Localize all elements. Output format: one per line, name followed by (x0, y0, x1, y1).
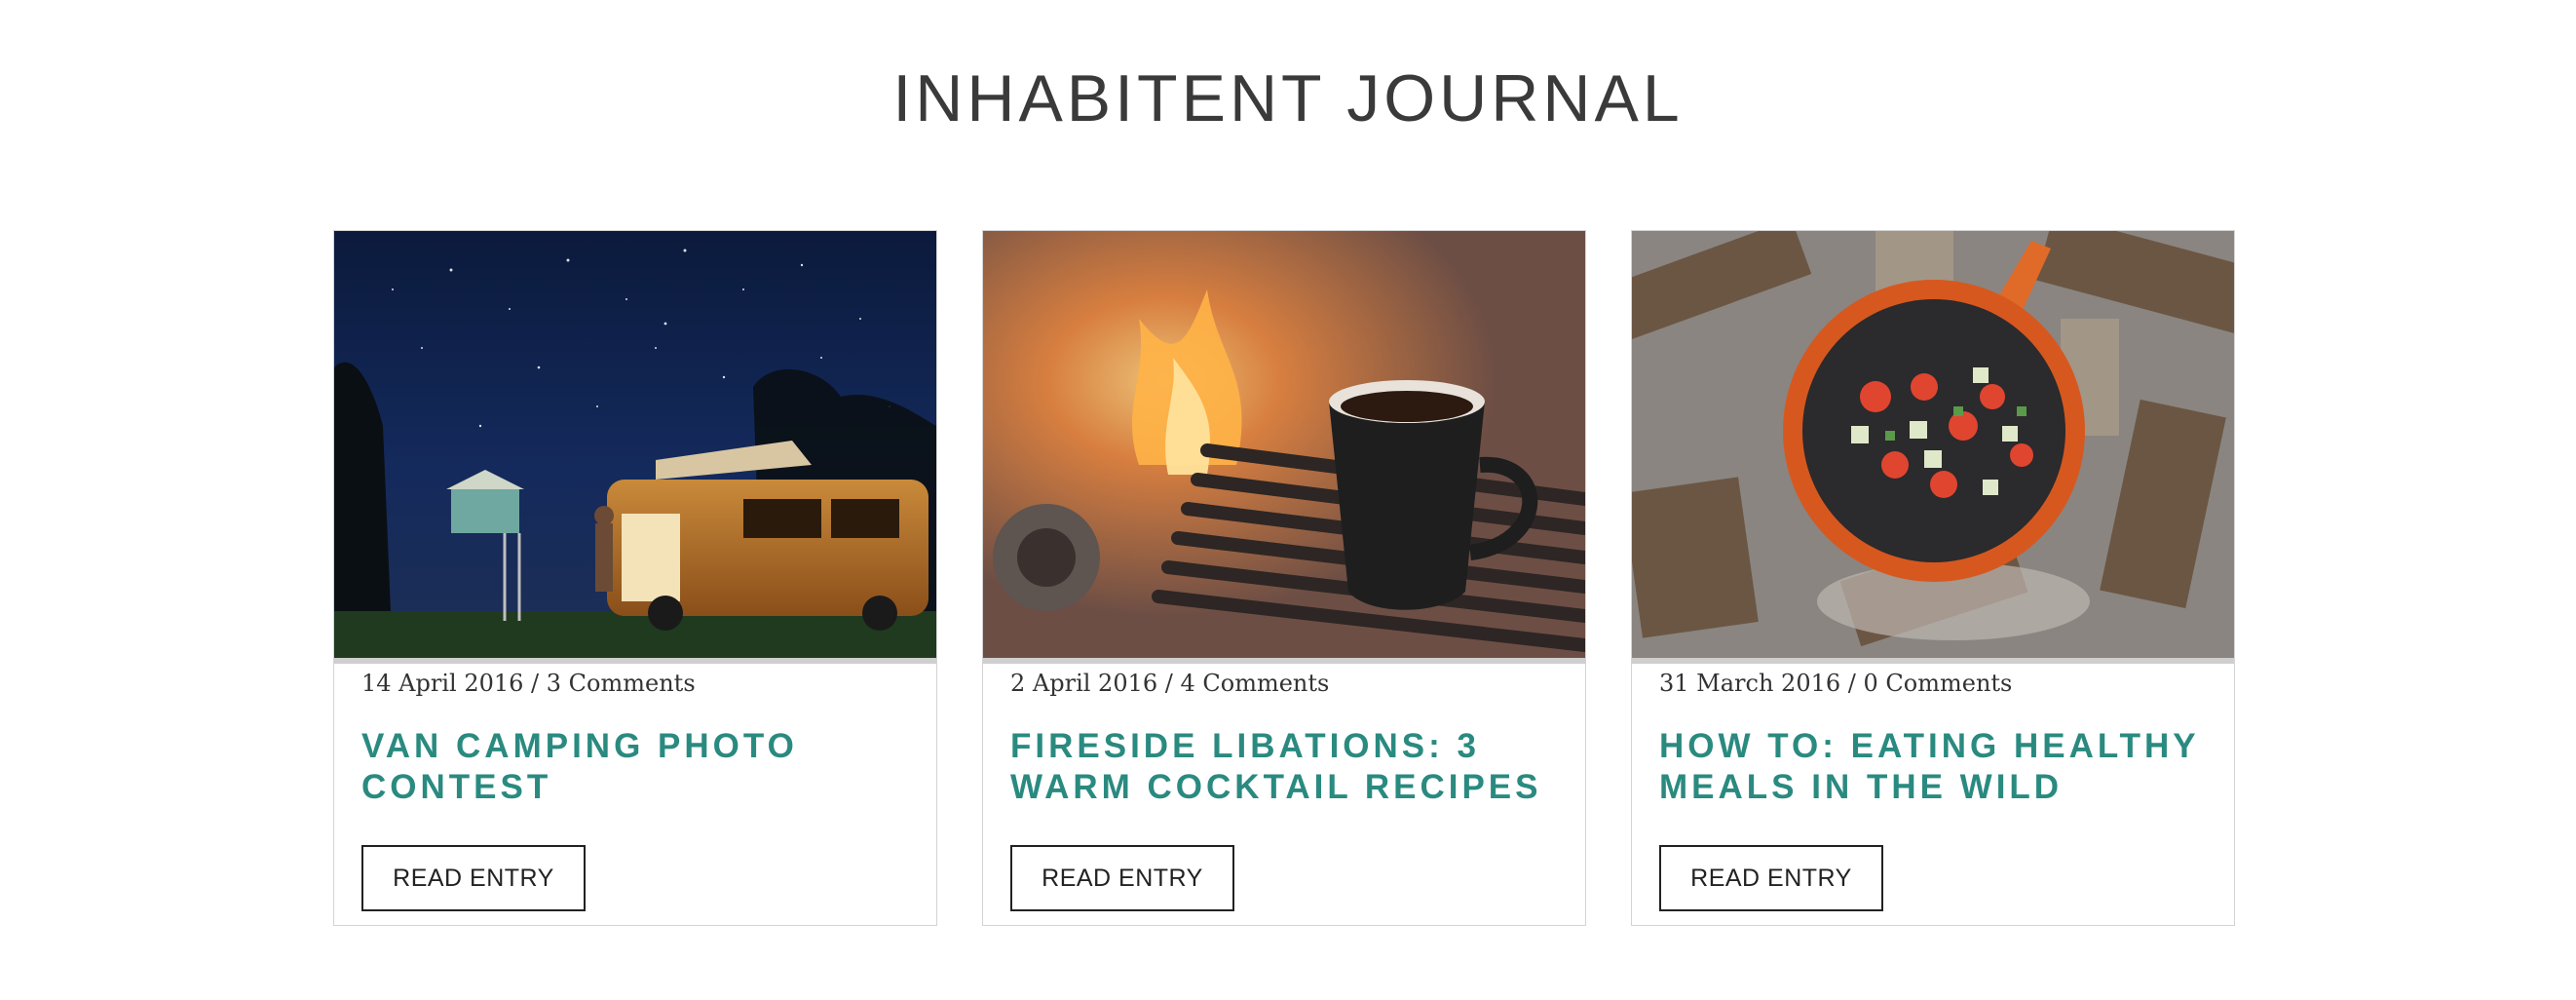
journal-card-list: 14 April 2016 / 3 Comments VAN CAMPING P… (333, 230, 2243, 928)
post-title[interactable]: VAN CAMPING PHOTO CONTEST (361, 726, 917, 808)
journal-title: INHABITENT JOURNAL (892, 61, 1684, 135)
journal-card: 14 April 2016 / 3 Comments VAN CAMPING P… (333, 230, 937, 926)
journal-page: INHABITENT JOURNAL 14 April 2016 / 3 Com… (0, 0, 2576, 1000)
post-comments-count[interactable]: 3 Comments (547, 670, 696, 697)
post-meta: 14 April 2016 / 3 Comments (361, 670, 696, 697)
fireside-coffee-image[interactable] (983, 231, 1585, 664)
meta-separator: / (531, 670, 540, 697)
post-comments-count[interactable]: 4 Comments (1181, 670, 1330, 697)
post-comments-count[interactable]: 0 Comments (1864, 670, 2013, 697)
journal-card: 2 April 2016 / 4 Comments FIRESIDE LIBAT… (982, 230, 1586, 926)
read-entry-button[interactable]: READ ENTRY (1659, 845, 1883, 911)
post-meta: 2 April 2016 / 4 Comments (1010, 670, 1329, 697)
post-date: 31 March 2016 (1659, 670, 1841, 697)
van-camping-image[interactable] (334, 231, 936, 664)
post-title[interactable]: HOW TO: EATING HEALTHY MEALS IN THE WILD (1659, 726, 2215, 808)
post-title[interactable]: FIRESIDE LIBATIONS: 3 WARM COCKTAIL RECI… (1010, 726, 1566, 808)
journal-card: 31 March 2016 / 0 Comments HOW TO: EATIN… (1631, 230, 2235, 926)
post-date: 14 April 2016 (361, 670, 524, 697)
post-meta: 31 March 2016 / 0 Comments (1659, 670, 2012, 697)
read-entry-button[interactable]: READ ENTRY (1010, 845, 1234, 911)
post-date: 2 April 2016 (1010, 670, 1158, 697)
meta-separator: / (1164, 670, 1173, 697)
read-entry-button[interactable]: READ ENTRY (361, 845, 586, 911)
meta-separator: / (1847, 670, 1856, 697)
skillet-meal-image[interactable] (1632, 231, 2234, 664)
